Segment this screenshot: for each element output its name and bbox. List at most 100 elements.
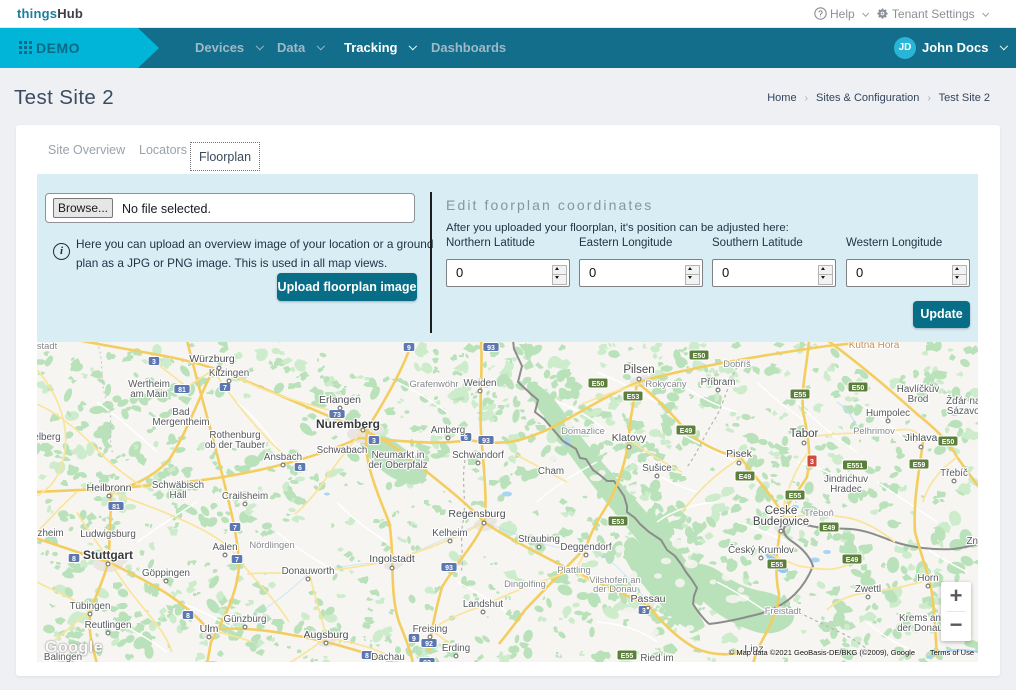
svg-text:Freising: Freising <box>413 624 448 635</box>
svg-text:Český Krumlov: Český Krumlov <box>728 545 794 556</box>
svg-text:Passau: Passau <box>630 593 665 605</box>
svg-text:Hall: Hall <box>170 490 187 501</box>
svg-text:Kitzingen: Kitzingen <box>209 368 249 379</box>
svg-text:Pelhrimov: Pelhrimov <box>853 425 895 436</box>
svg-text:Kutná Hora: Kutná Hora <box>849 342 900 351</box>
svg-text:der Oberpfalz: der Oberpfalz <box>368 460 427 471</box>
svg-text:Pisek: Pisek <box>726 448 752 460</box>
svg-text:7: 7 <box>235 557 239 564</box>
svg-text:Humpolec: Humpolec <box>866 408 910 419</box>
svg-text:E49: E49 <box>680 428 693 435</box>
svg-text:Schwandorf: Schwandorf <box>452 450 504 461</box>
svg-text:Donauworth: Donauworth <box>282 566 335 577</box>
svg-text:E50: E50 <box>592 381 605 388</box>
svg-text:Rokycany: Rokycany <box>645 378 686 389</box>
svg-text:92: 92 <box>425 641 433 648</box>
svg-text:Würzburg: Würzburg <box>189 353 235 365</box>
svg-text:3: 3 <box>642 608 646 615</box>
svg-text:Domazlice: Domazlice <box>561 425 605 436</box>
svg-text:Brod: Brod <box>908 394 929 405</box>
svg-text:E50: E50 <box>852 385 865 392</box>
svg-text:6: 6 <box>298 465 302 472</box>
svg-text:Heilbronn: Heilbronn <box>87 482 132 494</box>
svg-text:Regensburg: Regensburg <box>448 508 505 520</box>
svg-text:Cham: Cham <box>538 466 564 477</box>
svg-text:E55: E55 <box>621 653 634 660</box>
svg-text:Třeboň: Třeboň <box>804 507 834 518</box>
svg-text:Sázavou: Sázavou <box>947 406 978 417</box>
svg-text:Freistadt: Freistadt <box>765 605 802 616</box>
svg-text:Grafenwöhr: Grafenwöhr <box>410 378 459 389</box>
svg-text:Göppingen: Göppingen <box>142 568 190 579</box>
svg-text:Landshut: Landshut <box>463 599 504 610</box>
svg-text:92: 92 <box>423 660 431 662</box>
svg-text:93: 93 <box>482 438 490 445</box>
svg-text:ob der Tauber: ob der Tauber <box>205 440 266 451</box>
svg-text:Günzburg: Günzburg <box>223 614 266 625</box>
svg-text:3: 3 <box>810 459 814 466</box>
svg-text:Jihlava: Jihlava <box>905 432 938 444</box>
svg-text:Ludwigsburg: Ludwigsburg <box>80 529 136 540</box>
svg-text:7: 7 <box>233 525 237 532</box>
svg-text:Dobříš: Dobříš <box>723 358 751 369</box>
svg-text:Schwabach: Schwabach <box>317 445 368 456</box>
svg-text:Nördlingen: Nördlingen <box>249 539 294 550</box>
svg-text:9: 9 <box>412 636 416 643</box>
svg-text:Erding: Erding <box>442 643 470 654</box>
svg-text:E55: E55 <box>789 493 802 500</box>
svg-text:rzheim: rzheim <box>37 528 64 539</box>
svg-text:E49: E49 <box>846 557 859 564</box>
svg-text:7: 7 <box>223 385 227 392</box>
svg-text:Plattling: Plattling <box>557 564 590 575</box>
svg-text:Reutlingen: Reutlingen <box>85 620 132 631</box>
svg-text:9: 9 <box>407 345 411 352</box>
svg-text:E551: E551 <box>847 463 863 470</box>
svg-text:Tabor: Tabor <box>790 428 819 440</box>
svg-text:Deggendorf: Deggendorf <box>560 542 611 553</box>
svg-text:8: 8 <box>365 653 369 660</box>
svg-text:Erlangen: Erlangen <box>319 394 361 406</box>
svg-text:Ansbach: Ansbach <box>264 452 302 463</box>
svg-text:8: 8 <box>72 556 76 563</box>
svg-text:E55: E55 <box>794 392 807 399</box>
svg-text:E53: E53 <box>612 519 625 526</box>
svg-text:Amberg: Amberg <box>431 425 465 436</box>
svg-text:Zwettl: Zwettl <box>855 584 881 595</box>
svg-text:E53: E53 <box>627 394 640 401</box>
svg-text:3: 3 <box>372 438 376 445</box>
svg-text:Kelheim: Kelheim <box>432 528 467 539</box>
svg-text:E50: E50 <box>942 439 955 446</box>
svg-text:Mergentheim: Mergentheim <box>152 417 209 428</box>
svg-text:Stuttgart: Stuttgart <box>83 548 133 562</box>
svg-text:Crailsheim: Crailsheim <box>222 491 268 502</box>
svg-text:Hradec: Hradec <box>830 484 862 495</box>
svg-text:93: 93 <box>487 345 495 352</box>
svg-text:der Donau: der Donau <box>897 623 943 634</box>
svg-text:Straubing: Straubing <box>518 534 560 545</box>
svg-text:Klatovy: Klatovy <box>612 432 647 444</box>
svg-text:?: ? <box>818 8 823 18</box>
svg-text:Budejovice: Budejovice <box>753 516 809 528</box>
svg-text:Příbram: Příbram <box>701 377 736 388</box>
svg-text:Aalen: Aalen <box>212 542 237 553</box>
svg-text:E55: E55 <box>771 562 784 569</box>
svg-text:elberg: elberg <box>37 432 61 443</box>
svg-text:8: 8 <box>186 613 190 620</box>
svg-text:Horn: Horn <box>917 573 938 584</box>
svg-text:E49: E49 <box>823 525 836 532</box>
svg-text:Ingolstadt: Ingolstadt <box>369 553 415 565</box>
svg-text:Tübingen: Tübingen <box>70 601 111 612</box>
svg-text:am Main: am Main <box>130 389 168 400</box>
svg-text:Augsburg: Augsburg <box>304 629 349 641</box>
svg-text:3: 3 <box>152 359 156 366</box>
svg-text:81: 81 <box>178 387 186 394</box>
svg-text:Dachau: Dachau <box>371 652 405 662</box>
svg-text:Dingolfing: Dingolfing <box>504 578 546 589</box>
svg-text:E50: E50 <box>693 353 706 360</box>
svg-text:Ulm: Ulm <box>200 623 219 635</box>
svg-text:Sušice: Sušice <box>642 463 672 474</box>
svg-text:stadt: stadt <box>37 342 58 351</box>
svg-text:E49: E49 <box>739 474 752 481</box>
svg-text:Pilsen: Pilsen <box>623 364 654 376</box>
svg-text:Zno: Zno <box>967 536 978 547</box>
